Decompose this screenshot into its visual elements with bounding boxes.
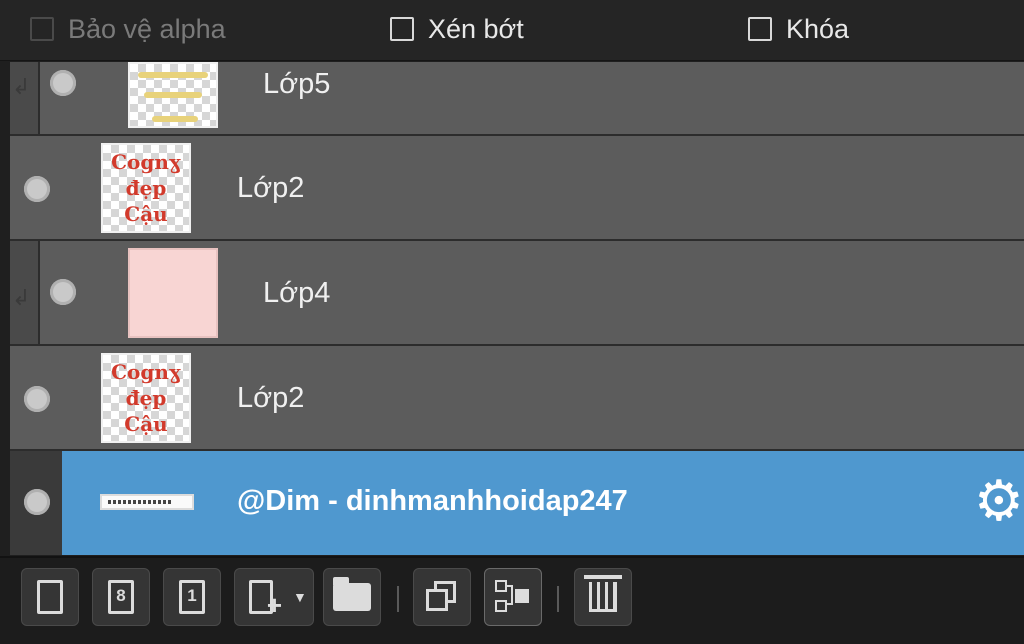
layer-options-bar: Bảo vệ alpha Xén bớt Khóa bbox=[0, 0, 1024, 61]
layer-row[interactable]: ↲ Lớp5 bbox=[10, 62, 1024, 136]
duplicate-icon bbox=[426, 581, 458, 613]
merge-layer-button[interactable] bbox=[484, 568, 542, 626]
clip-arrow-icon: ↲ bbox=[12, 74, 31, 99]
new-layer-button[interactable] bbox=[21, 568, 79, 626]
layer-row-selected[interactable]: @Dim - dinhmanhhoidap247 ⚙ bbox=[10, 451, 1024, 555]
clip-arrow-icon: ↲ bbox=[12, 285, 31, 310]
toolbar-divider bbox=[397, 586, 399, 612]
alpha-protect-checkbox[interactable] bbox=[30, 17, 54, 41]
layer-thumbnail bbox=[128, 62, 218, 128]
page-8-icon: 8 bbox=[108, 580, 134, 614]
visibility-toggle-icon[interactable] bbox=[24, 386, 50, 412]
visibility-toggle-icon[interactable] bbox=[50, 70, 76, 96]
folder-icon bbox=[333, 577, 371, 611]
trash-icon bbox=[584, 575, 622, 612]
duplicate-layer-button[interactable] bbox=[413, 568, 471, 626]
clip-indicator: ↲ bbox=[10, 241, 40, 344]
layer-thumbnail: Cognɣ đẹp Cậu bbox=[101, 143, 191, 233]
new-8bit-layer-button[interactable]: 8 bbox=[92, 568, 150, 626]
layer-thumbnail bbox=[100, 494, 194, 510]
layer-name: Lớp4 bbox=[263, 277, 331, 309]
page-1-icon: 1 bbox=[179, 580, 205, 614]
lock-checkbox[interactable] bbox=[748, 17, 772, 41]
lock-label: Khóa bbox=[786, 13, 850, 44]
new-1bit-layer-button[interactable]: 1 bbox=[163, 568, 221, 626]
visibility-toggle-icon[interactable] bbox=[50, 279, 76, 305]
new-folder-button[interactable] bbox=[323, 568, 381, 626]
layer-row[interactable]: Cognɣ đẹp Cậu Lớp2 bbox=[10, 346, 1024, 451]
layer-name: Lớp5 bbox=[263, 68, 331, 100]
clip-checkbox[interactable] bbox=[390, 17, 414, 41]
layer-list: ↲ Lớp5 Cognɣ đẹp Cậu Lớp2 ↲ Lớp4 Cognɣ đ… bbox=[10, 62, 1024, 555]
layer-row[interactable]: ↲ Lớp4 bbox=[10, 241, 1024, 346]
alpha-protect-label: Bảo vệ alpha bbox=[68, 13, 226, 44]
clip-label: Xén bớt bbox=[428, 13, 524, 44]
visibility-toggle-icon[interactable] bbox=[24, 176, 50, 202]
add-layer-menu-button[interactable]: + ▼ bbox=[234, 568, 314, 626]
lock-option[interactable]: Khóa bbox=[748, 12, 849, 46]
clip-option[interactable]: Xén bớt bbox=[390, 12, 524, 46]
layer-thumbnail: Cognɣ đẹp Cậu bbox=[101, 353, 191, 443]
clip-indicator: ↲ bbox=[10, 62, 40, 134]
visibility-toggle-icon[interactable] bbox=[24, 489, 50, 515]
delete-layer-button[interactable] bbox=[574, 568, 632, 626]
layer-name: Lớp2 bbox=[237, 172, 305, 204]
layer-name: Lớp2 bbox=[237, 382, 305, 414]
merge-down-icon bbox=[495, 580, 531, 614]
alpha-protect-option[interactable]: Bảo vệ alpha bbox=[30, 12, 226, 46]
layer-row[interactable]: Cognɣ đẹp Cậu Lớp2 bbox=[10, 136, 1024, 241]
page-plus-dropdown-icon: + bbox=[249, 580, 282, 620]
toolbar-divider bbox=[557, 586, 559, 612]
chevron-down-icon: ▼ bbox=[293, 589, 307, 605]
new-page-icon bbox=[37, 580, 63, 614]
layer-name: @Dim - dinhmanhhoidap247 bbox=[237, 485, 628, 517]
layer-thumbnail bbox=[128, 248, 218, 338]
gear-icon[interactable]: ⚙ bbox=[974, 473, 1024, 529]
layer-toolbar: 8 1 + ▼ bbox=[0, 556, 1024, 644]
